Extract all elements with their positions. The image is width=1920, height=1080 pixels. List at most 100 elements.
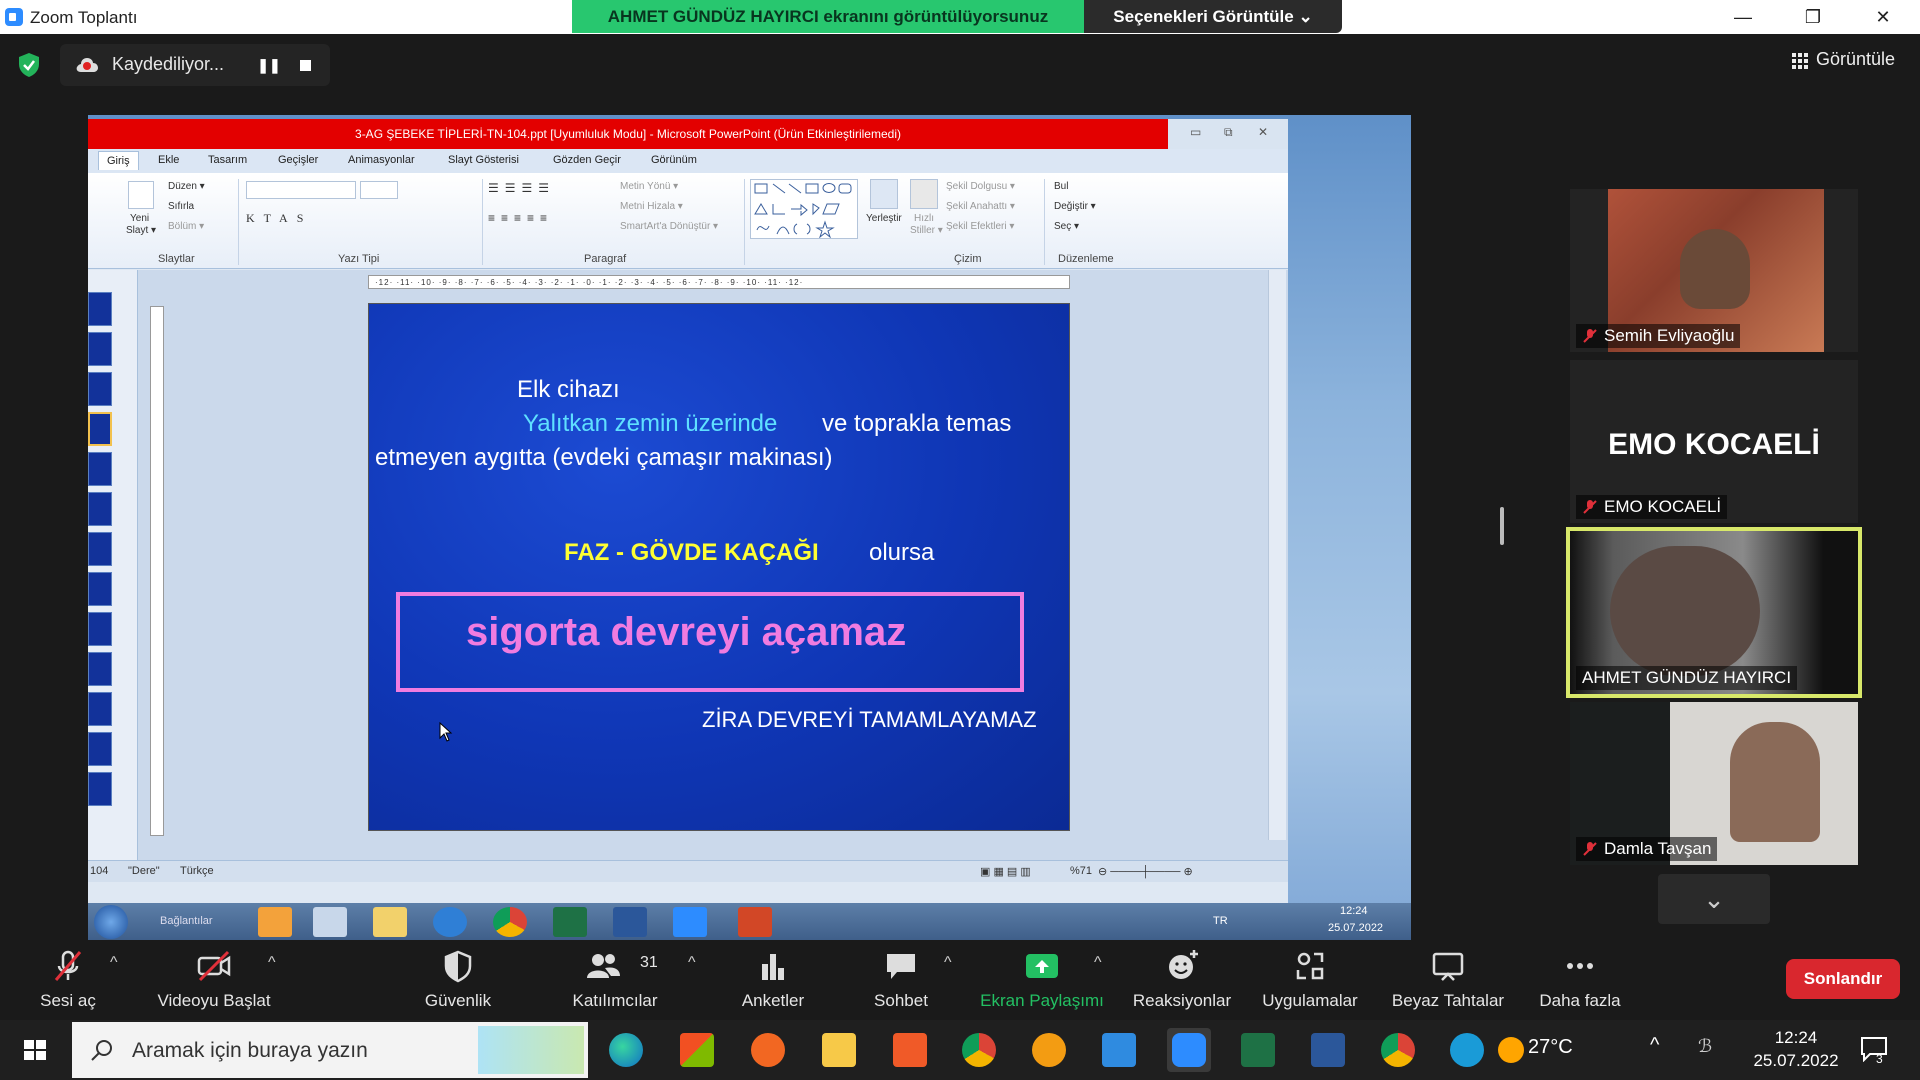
slide-thumbnail[interactable] bbox=[88, 772, 112, 806]
shape-fill-button[interactable]: Şekil Dolgusu ▾ bbox=[946, 181, 1015, 192]
stop-recording-button[interactable] bbox=[292, 52, 318, 78]
help-icon[interactable] bbox=[1450, 1033, 1484, 1067]
share-options-chevron-icon[interactable]: ^ bbox=[1094, 954, 1102, 972]
apps-button[interactable]: Uygulamalar bbox=[1254, 940, 1366, 1020]
close-button[interactable]: ✕ bbox=[1853, 0, 1913, 34]
excel-icon[interactable] bbox=[1241, 1033, 1275, 1067]
participant-tile[interactable]: Damla Tavşan bbox=[1570, 702, 1858, 865]
edge-icon[interactable] bbox=[609, 1033, 643, 1067]
zoom-active-taskbar[interactable] bbox=[1167, 1028, 1211, 1072]
ribbon-tab[interactable]: Geçişler bbox=[278, 154, 318, 166]
ribbon-tab[interactable]: Gözden Geçir bbox=[553, 154, 621, 166]
encryption-shield-icon[interactable] bbox=[18, 52, 40, 78]
view-layout-button[interactable]: Görüntüle bbox=[1780, 45, 1910, 77]
participants-options-chevron-icon[interactable]: ^ bbox=[688, 954, 696, 972]
tray-chevron-up-icon[interactable]: ^ bbox=[1650, 1034, 1659, 1057]
font-format-buttons[interactable]: KTAS bbox=[246, 211, 312, 226]
file-explorer-icon[interactable] bbox=[822, 1033, 856, 1067]
reset-button[interactable]: Sıfırla bbox=[168, 201, 194, 212]
align-buttons[interactable]: ≡≡≡≡≡ bbox=[488, 211, 553, 225]
arrange-label[interactable]: Yerleştir bbox=[866, 213, 902, 224]
section-button[interactable]: Bölüm ▾ bbox=[168, 221, 204, 232]
slide-thumbnail[interactable] bbox=[88, 332, 112, 366]
minimize-button[interactable]: — bbox=[1713, 0, 1773, 34]
start-video-button[interactable]: Videoyu Başlat bbox=[144, 940, 284, 1020]
ribbon-tab[interactable]: Slayt Gösterisi bbox=[448, 154, 519, 166]
pp-minimize-icon[interactable]: ▭ bbox=[1190, 125, 1201, 139]
font-family-select[interactable] bbox=[246, 181, 356, 199]
list-buttons[interactable]: ☰☰☰☰ bbox=[488, 181, 555, 195]
chat-button[interactable]: Sohbet bbox=[856, 940, 946, 1020]
notification-center-icon[interactable] bbox=[1860, 1036, 1888, 1062]
quick-styles-label[interactable]: Hızlı bbox=[914, 213, 934, 224]
store-icon[interactable] bbox=[680, 1033, 714, 1067]
slide-thumbnail-selected[interactable] bbox=[88, 412, 112, 446]
find-button[interactable]: Bul bbox=[1054, 181, 1068, 192]
pause-recording-button[interactable]: ❚❚ bbox=[256, 52, 282, 78]
shape-outline-button[interactable]: Şekil Anahattı ▾ bbox=[946, 201, 1015, 212]
new-slide-label[interactable]: Yeni bbox=[130, 213, 149, 224]
reactions-button[interactable]: Reaksiyonlar bbox=[1126, 940, 1238, 1020]
slide-thumbnail[interactable] bbox=[88, 532, 112, 566]
scroll-down-chevron-icon[interactable]: ⌄ bbox=[1658, 874, 1770, 924]
chrome-icon[interactable] bbox=[962, 1033, 996, 1067]
slide-thumbnail[interactable] bbox=[88, 652, 112, 686]
app-rocket-icon[interactable] bbox=[893, 1033, 927, 1067]
new-slide-icon[interactable] bbox=[128, 181, 154, 209]
whiteboards-button[interactable]: Beyaz Tahtalar bbox=[1386, 940, 1510, 1020]
windows-start-icon[interactable] bbox=[0, 1020, 70, 1080]
shapes-gallery[interactable] bbox=[750, 179, 858, 239]
panel-resize-handle[interactable] bbox=[1500, 507, 1504, 545]
slide-thumbnail[interactable] bbox=[88, 732, 112, 766]
audio-options-chevron-icon[interactable]: ^ bbox=[110, 954, 118, 972]
slide-thumbnail[interactable] bbox=[88, 292, 112, 326]
mail-icon[interactable] bbox=[1102, 1033, 1136, 1067]
unmute-button[interactable]: Sesi aç bbox=[28, 940, 108, 1020]
zoom-slider[interactable]: ⊖ ────┼──── ⊕ bbox=[1098, 865, 1193, 878]
arrange-icon[interactable] bbox=[870, 179, 898, 209]
font-size-select[interactable] bbox=[360, 181, 398, 199]
slide-thumbnail[interactable] bbox=[88, 572, 112, 606]
slide-thumbnail[interactable] bbox=[88, 612, 112, 646]
slide-thumbnail[interactable] bbox=[88, 692, 112, 726]
new-slide-label-2[interactable]: Slayt ▾ bbox=[126, 225, 156, 236]
keyboard-language-icon[interactable]: ℬ bbox=[1698, 1036, 1712, 1057]
security-button[interactable]: Güvenlik bbox=[408, 940, 508, 1020]
replace-button[interactable]: Değiştir ▾ bbox=[1054, 201, 1096, 212]
participant-tile-active-speaker[interactable]: AHMET GÜNDÜZ HAYIRCI bbox=[1566, 527, 1862, 698]
chat-options-chevron-icon[interactable]: ^ bbox=[944, 954, 952, 972]
ribbon-tab[interactable]: Animasyonlar bbox=[348, 154, 415, 166]
text-direction-button[interactable]: Metin Yönü ▾ bbox=[620, 181, 678, 192]
taskbar-clock[interactable]: 12:24 25.07.2022 bbox=[1746, 1026, 1846, 1072]
pp-close-icon[interactable]: ✕ bbox=[1258, 125, 1268, 139]
polls-button[interactable]: Anketler bbox=[728, 940, 818, 1020]
video-options-chevron-icon[interactable]: ^ bbox=[268, 954, 276, 972]
slide-canvas[interactable]: Elk cihazı Yalıtkan zemin üzerinde ve to… bbox=[368, 303, 1070, 831]
share-screen-button[interactable]: Ekran Paylaşımı bbox=[972, 940, 1112, 1020]
view-options-button[interactable]: Seçenekleri Görüntüle ⌄ bbox=[1084, 0, 1342, 33]
restore-button[interactable]: ❐ bbox=[1783, 0, 1843, 34]
select-button[interactable]: Seç ▾ bbox=[1054, 221, 1079, 232]
participants-button[interactable]: 31 Katılımcılar bbox=[560, 940, 670, 1020]
weather-sun-icon[interactable] bbox=[1498, 1037, 1524, 1063]
slide-thumbnail[interactable] bbox=[88, 372, 112, 406]
taskbar-search-input[interactable]: Aramak için buraya yazın bbox=[72, 1022, 588, 1078]
ribbon-tab[interactable]: Giriş bbox=[98, 151, 139, 170]
vertical-scrollbar[interactable] bbox=[1268, 270, 1286, 840]
more-button[interactable]: Daha fazla bbox=[1530, 940, 1630, 1020]
layout-button[interactable]: Düzen ▾ bbox=[168, 181, 205, 192]
pp-restore-icon[interactable]: ⧉ bbox=[1224, 125, 1233, 140]
shape-effects-button[interactable]: Şekil Efektleri ▾ bbox=[946, 221, 1014, 232]
weather-temperature[interactable]: 27°C bbox=[1528, 1036, 1573, 1059]
slide-thumbnails[interactable] bbox=[88, 270, 138, 860]
smartart-button[interactable]: SmartArt'a Dönüştür ▾ bbox=[620, 221, 718, 232]
chrome-profile-icon[interactable] bbox=[1381, 1033, 1415, 1067]
align-text-button[interactable]: Metni Hizala ▾ bbox=[620, 201, 683, 212]
view-buttons[interactable]: ▣ ▦ ▤ ▥ bbox=[980, 865, 1031, 878]
avast-icon[interactable] bbox=[751, 1033, 785, 1067]
slide-thumbnail[interactable] bbox=[88, 452, 112, 486]
word-icon[interactable] bbox=[1311, 1033, 1345, 1067]
end-meeting-button[interactable]: Sonlandır bbox=[1786, 959, 1900, 999]
ribbon-tab[interactable]: Tasarım bbox=[208, 154, 247, 166]
slide-thumbnail[interactable] bbox=[88, 492, 112, 526]
